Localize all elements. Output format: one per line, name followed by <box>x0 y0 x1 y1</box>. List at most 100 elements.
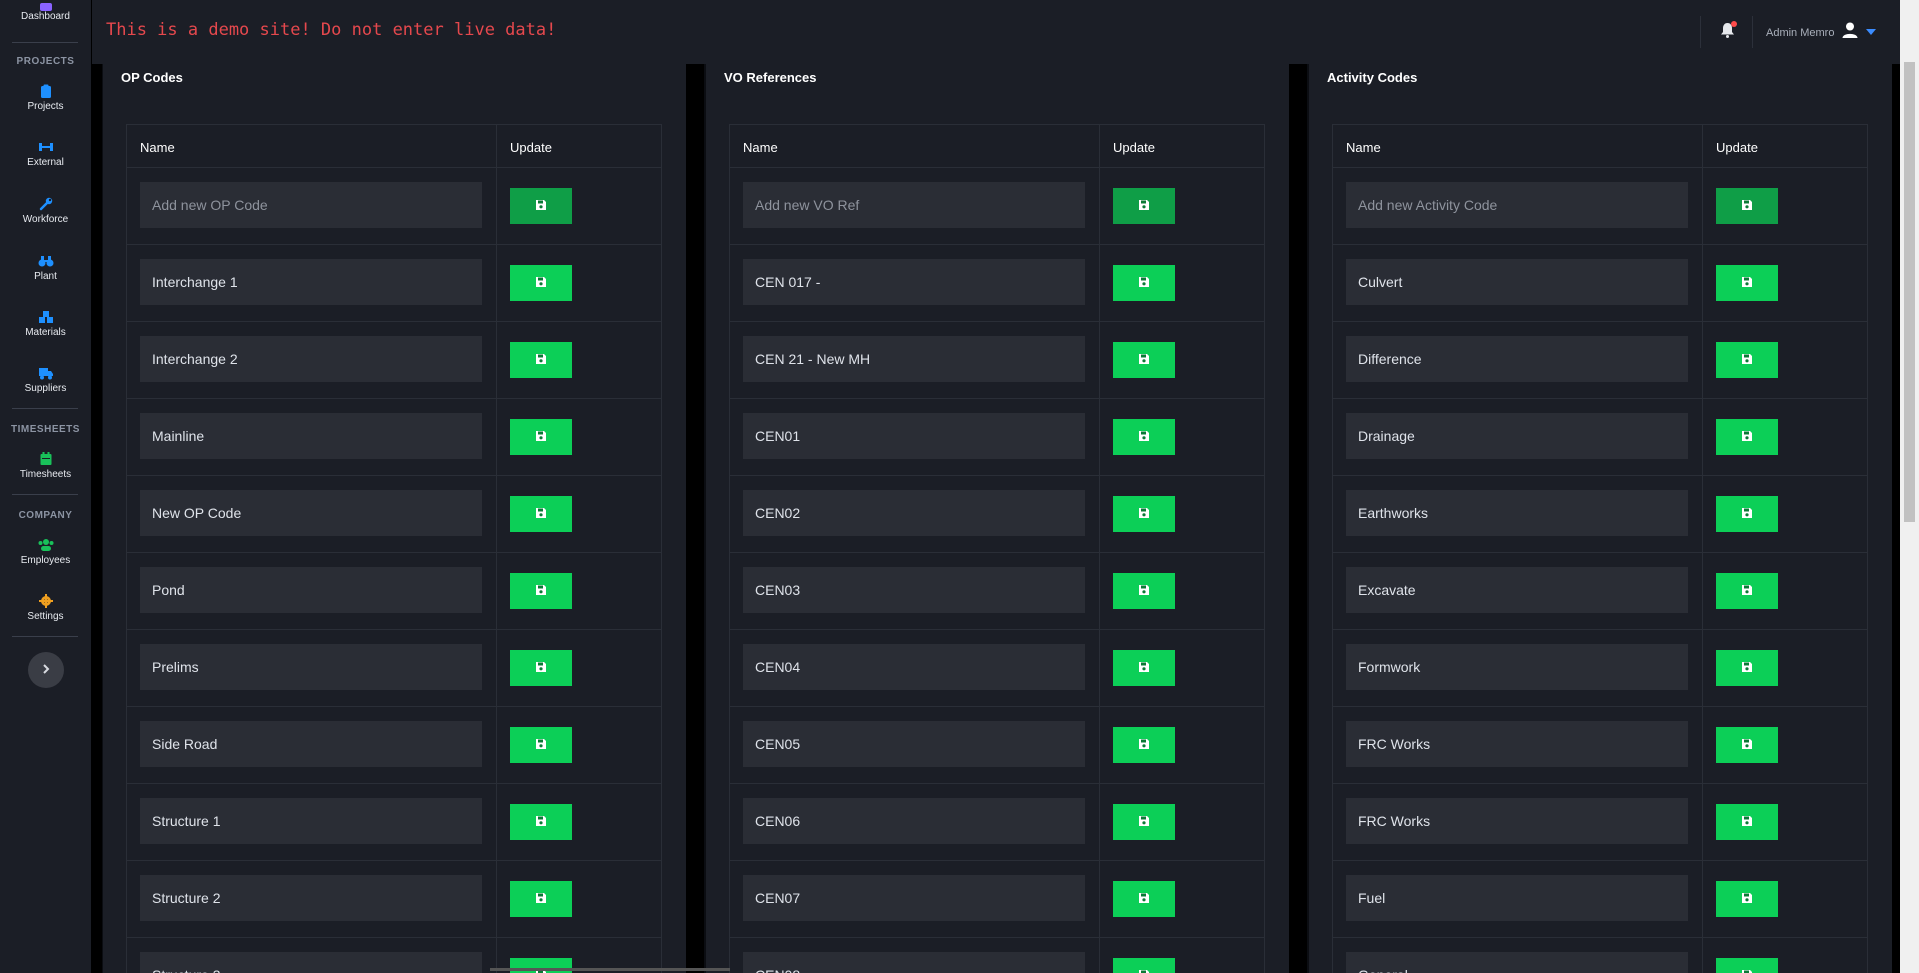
save-button[interactable] <box>1113 804 1175 840</box>
save-button[interactable] <box>1113 727 1175 763</box>
code-name-input[interactable] <box>1346 798 1688 844</box>
column-divider <box>1332 630 1333 706</box>
save-icon <box>1138 430 1150 445</box>
save-button[interactable] <box>510 496 572 532</box>
code-name-input[interactable] <box>743 875 1085 921</box>
table-row <box>1332 707 1868 784</box>
code-name-input[interactable] <box>743 721 1085 767</box>
column-divider <box>496 125 497 167</box>
code-name-input[interactable] <box>140 336 482 382</box>
code-name-input[interactable] <box>743 336 1085 382</box>
code-name-input[interactable] <box>140 567 482 613</box>
sidebar-item-workforce[interactable]: Workforce <box>0 197 91 225</box>
save-button[interactable] <box>1716 727 1778 763</box>
save-button[interactable] <box>510 265 572 301</box>
code-name-input[interactable] <box>743 644 1085 690</box>
save-button[interactable] <box>1716 650 1778 686</box>
save-button[interactable] <box>1716 419 1778 455</box>
save-button[interactable] <box>510 419 572 455</box>
column-divider <box>1264 476 1265 552</box>
code-name-input[interactable] <box>743 490 1085 536</box>
save-button[interactable] <box>510 573 572 609</box>
column-divider <box>729 168 730 244</box>
code-name-input[interactable] <box>140 798 482 844</box>
save-button[interactable] <box>1113 650 1175 686</box>
horizontal-scrollbar[interactable] <box>490 968 730 971</box>
add-save-button[interactable] <box>1716 188 1778 224</box>
save-button[interactable] <box>1113 265 1175 301</box>
table-row <box>126 399 662 476</box>
column-divider <box>1867 861 1868 937</box>
save-button[interactable] <box>1716 496 1778 532</box>
column-divider <box>1099 784 1100 860</box>
code-name-input[interactable] <box>1346 875 1688 921</box>
save-button[interactable] <box>1716 265 1778 301</box>
code-name-input[interactable] <box>1346 336 1688 382</box>
user-name[interactable]: Admin Memro <box>1766 27 1834 39</box>
save-button[interactable] <box>1716 958 1778 973</box>
table-row <box>729 476 1265 553</box>
add-new-input[interactable] <box>1346 182 1688 228</box>
add-new-input[interactable] <box>743 182 1085 228</box>
add-save-button[interactable] <box>1113 188 1175 224</box>
code-name-input[interactable] <box>743 952 1085 973</box>
save-button[interactable] <box>510 650 572 686</box>
save-button[interactable] <box>510 881 572 917</box>
code-name-input[interactable] <box>1346 952 1688 973</box>
users-icon <box>0 538 91 552</box>
code-name-input[interactable] <box>1346 644 1688 690</box>
code-name-input[interactable] <box>743 413 1085 459</box>
code-name-input[interactable] <box>1346 259 1688 305</box>
sidebar-item-suppliers[interactable]: Suppliers <box>0 366 91 394</box>
column-divider <box>1264 784 1265 860</box>
save-button[interactable] <box>1113 342 1175 378</box>
code-name-input[interactable] <box>743 259 1085 305</box>
save-button[interactable] <box>1113 419 1175 455</box>
save-button[interactable] <box>1113 958 1175 973</box>
add-save-button[interactable] <box>510 188 572 224</box>
save-button[interactable] <box>1113 881 1175 917</box>
save-button[interactable] <box>1716 342 1778 378</box>
save-button[interactable] <box>510 727 572 763</box>
column-divider <box>729 322 730 398</box>
top-bar: This is a demo site! Do not enter live d… <box>92 0 1900 64</box>
save-button[interactable] <box>1113 496 1175 532</box>
panel-gutter <box>686 64 704 973</box>
add-new-input[interactable] <box>140 182 482 228</box>
save-icon <box>535 199 547 214</box>
code-name-input[interactable] <box>140 413 482 459</box>
sidebar-item-plant[interactable]: Plant <box>0 254 91 282</box>
chevron-down-icon[interactable] <box>1866 29 1876 35</box>
sidebar-item-projects[interactable]: Projects <box>0 84 91 112</box>
sidebar-item-dashboard[interactable]: Dashboard <box>0 0 91 22</box>
code-name-input[interactable] <box>140 644 482 690</box>
scrollbar-thumb[interactable] <box>1904 62 1915 522</box>
sidebar-item-materials[interactable]: Materials <box>0 310 91 338</box>
code-name-input[interactable] <box>140 490 482 536</box>
code-name-input[interactable] <box>1346 721 1688 767</box>
sidebar-item-settings[interactable]: Settings <box>0 594 91 622</box>
code-name-input[interactable] <box>140 875 482 921</box>
sidebar-item-external[interactable]: External <box>0 140 91 168</box>
save-button[interactable] <box>1113 573 1175 609</box>
code-name-input[interactable] <box>743 798 1085 844</box>
code-name-input[interactable] <box>1346 490 1688 536</box>
save-button[interactable] <box>510 804 572 840</box>
code-name-input[interactable] <box>1346 413 1688 459</box>
code-name-input[interactable] <box>140 952 482 973</box>
code-name-input[interactable] <box>140 721 482 767</box>
code-name-input[interactable] <box>1346 567 1688 613</box>
save-button[interactable] <box>1716 573 1778 609</box>
user-menu-button[interactable] <box>1842 22 1858 43</box>
code-name-input[interactable] <box>140 259 482 305</box>
save-button[interactable] <box>1716 804 1778 840</box>
vertical-scrollbar[interactable] <box>1900 0 1919 973</box>
save-button[interactable] <box>510 342 572 378</box>
sidebar-toggle-button[interactable] <box>28 652 64 688</box>
sidebar-item-employees[interactable]: Employees <box>0 538 91 566</box>
save-button[interactable] <box>1716 881 1778 917</box>
column-divider <box>1099 168 1100 244</box>
code-name-input[interactable] <box>743 567 1085 613</box>
sidebar-item-timesheets[interactable]: Timesheets <box>0 452 91 480</box>
column-divider <box>729 630 730 706</box>
